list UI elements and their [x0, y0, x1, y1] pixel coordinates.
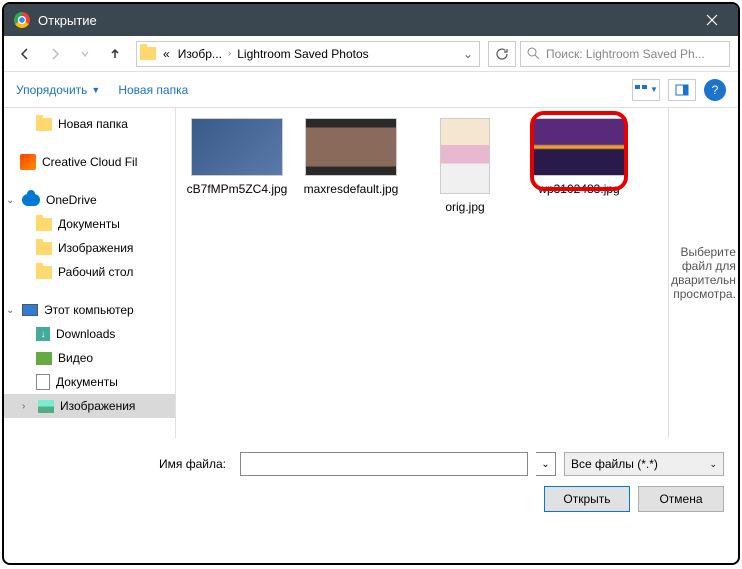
open-button[interactable]: Открыть [544, 486, 630, 512]
tree-item[interactable]: ↓ Downloads [4, 322, 175, 346]
chevron-down-icon: ▼ [91, 85, 100, 95]
cloud-icon [22, 194, 40, 206]
folder-icon [36, 218, 52, 231]
expand-icon[interactable]: › [22, 401, 32, 412]
file-item[interactable]: wp3102483.jpg [526, 118, 632, 198]
tree-item[interactable]: Документы [4, 370, 175, 394]
navbar: « Изобр... › Lightroom Saved Photos ⌄ По… [4, 36, 738, 72]
file-label: cB7fMPm5ZC4.jpg [184, 182, 290, 198]
file-thumbnail [191, 118, 283, 176]
tree-item-label: Документы [58, 217, 120, 231]
breadcrumb[interactable]: « Изобр... › Lightroom Saved Photos ⌄ [136, 41, 480, 67]
file-label: wp3102483.jpg [526, 182, 632, 198]
search-placeholder: Поиск: Lightroom Saved Ph... [546, 47, 705, 61]
tree-item[interactable]: Рабочий стол [4, 260, 175, 284]
tree-item-label: Этот компьютер [44, 303, 134, 317]
tree-item[interactable]: Изображения [4, 236, 175, 260]
folder-icon [36, 118, 52, 131]
filename-dropdown[interactable]: ⌄ [536, 452, 556, 476]
expand-icon[interactable]: ⌄ [6, 195, 16, 206]
cc-icon [20, 154, 36, 170]
img-icon [38, 400, 54, 413]
dl-icon: ↓ [36, 327, 50, 341]
tree-item-label: Изображения [58, 241, 133, 255]
tree-item[interactable]: Видео [4, 346, 175, 370]
folder-icon [36, 266, 52, 279]
forward-button[interactable] [42, 41, 68, 67]
tree-item-label: Документы [56, 375, 118, 389]
tree-item-label: Видео [58, 351, 93, 365]
tree-item[interactable]: › Изображения [4, 394, 175, 418]
search-input[interactable]: Поиск: Lightroom Saved Ph... [520, 41, 730, 67]
refresh-button[interactable] [488, 41, 516, 67]
toolbar: Упорядочить ▼ Новая папка ▼ ? [4, 72, 738, 108]
titlebar: Открытие [4, 4, 738, 36]
chevron-down-icon: ⌄ [709, 459, 717, 470]
chevron-right-icon: › [226, 48, 233, 59]
view-options-button[interactable]: ▼ [632, 79, 660, 101]
file-label: maxresdefault.jpg [298, 182, 404, 198]
back-button[interactable] [12, 41, 38, 67]
breadcrumb-item[interactable]: Lightroom Saved Photos [233, 47, 372, 61]
chevron-down-icon[interactable]: ⌄ [457, 47, 479, 61]
file-thumbnail [305, 118, 397, 176]
expand-icon[interactable]: ⌄ [6, 305, 16, 316]
file-pane[interactable]: cB7fMPm5ZC4.jpg maxresdefault.jpg orig.jpg… [176, 108, 668, 438]
recent-dropdown[interactable] [72, 41, 98, 67]
tree-item[interactable]: Creative Cloud Fil [4, 150, 175, 174]
tree-item-label: Downloads [56, 327, 115, 341]
breadcrumb-item[interactable]: Изобр... [174, 47, 226, 61]
folder-icon [36, 242, 52, 255]
file-label: orig.jpg [412, 200, 518, 216]
file-item[interactable]: orig.jpg [412, 118, 518, 216]
file-item[interactable]: maxresdefault.jpg [298, 118, 404, 198]
organize-menu[interactable]: Упорядочить ▼ [16, 83, 100, 97]
preview-pane: Выберите файл для дварительн просмотра. [668, 108, 738, 438]
tree-item-label: Рабочий стол [58, 265, 133, 279]
file-thumbnail [533, 118, 625, 176]
tree-item-label: OneDrive [46, 193, 97, 207]
preview-pane-button[interactable] [668, 79, 696, 101]
help-button[interactable]: ? [704, 79, 726, 101]
vid-icon [36, 352, 52, 365]
window-title: Открытие [38, 13, 690, 28]
tree-item[interactable]: Документы [4, 212, 175, 236]
tree-item[interactable]: ⌄ Этот компьютер [4, 298, 175, 322]
file-item[interactable]: cB7fMPm5ZC4.jpg [184, 118, 290, 198]
pc-icon [22, 304, 38, 316]
breadcrumb-prefix: « [159, 47, 174, 61]
search-icon [527, 47, 540, 60]
folder-icon [137, 47, 159, 60]
up-button[interactable] [102, 41, 128, 67]
filename-label: Имя файла: [18, 457, 232, 471]
file-filter-dropdown[interactable]: Все файлы (*.*) ⌄ [564, 452, 724, 476]
tree-item[interactable]: Новая папка [4, 112, 175, 136]
close-button[interactable] [690, 4, 734, 36]
tree-item[interactable]: ⌄ OneDrive [4, 188, 175, 212]
file-thumbnail [440, 118, 490, 194]
tree-item-label: Creative Cloud Fil [42, 155, 137, 169]
new-folder-button[interactable]: Новая папка [118, 83, 188, 97]
chrome-icon [14, 12, 30, 28]
doc-icon [36, 374, 50, 390]
tree-item-label: Новая папка [58, 117, 128, 131]
filename-input[interactable] [240, 452, 528, 476]
tree-item-label: Изображения [60, 399, 135, 413]
cancel-button[interactable]: Отмена [638, 486, 724, 512]
folder-tree[interactable]: Новая папка Creative Cloud Fil ⌄ OneDrive До… [4, 108, 176, 438]
